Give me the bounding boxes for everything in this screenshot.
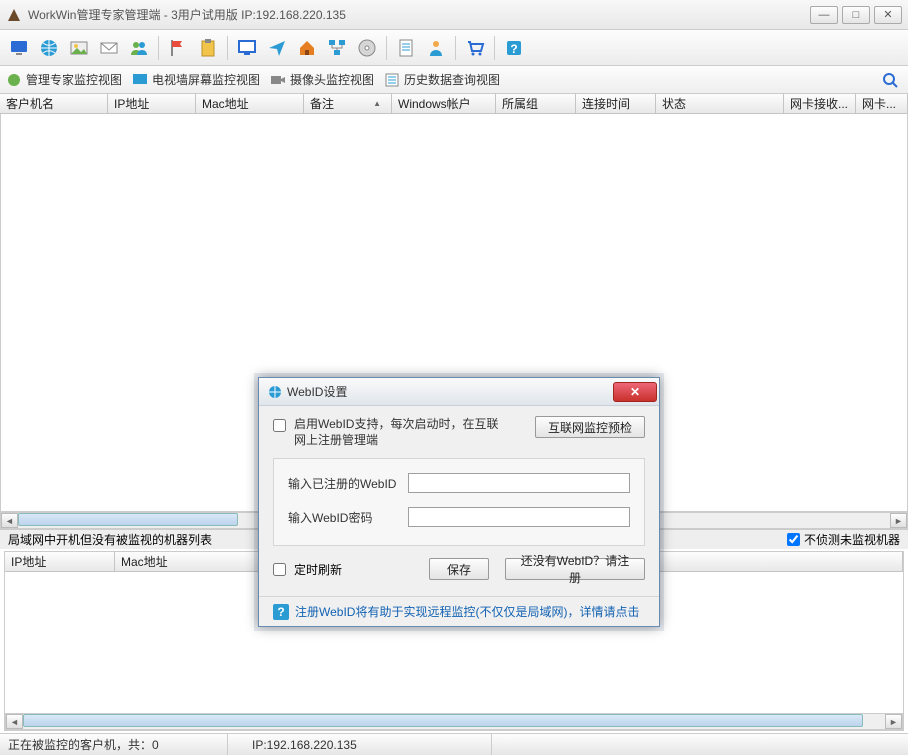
tab-monitor-label: 管理专家监控视图 xyxy=(26,71,122,88)
toolbar-globe-icon[interactable] xyxy=(36,35,62,61)
main-grid-header: 客户机名 IP地址 Mac地址 备注▲ Windows帐户 所属组 连接时间 状… xyxy=(0,94,908,114)
col-group[interactable]: 所属组 xyxy=(496,94,576,113)
toolbar-help-icon[interactable]: ? xyxy=(501,35,527,61)
sort-asc-icon: ▲ xyxy=(373,99,381,108)
dialog-titlebar[interactable]: WebID设置 ✕ xyxy=(259,378,659,406)
enable-webid-text: 启用WebID支持，每次启动时，在互联网上注册管理端 xyxy=(294,416,504,448)
tab-tvwall-label: 电视墙屏幕监控视图 xyxy=(152,71,260,88)
tab-tvwall-view[interactable]: 电视墙屏幕监控视图 xyxy=(132,71,260,88)
tab-camera-label: 摄像头监控视图 xyxy=(290,71,374,88)
toolbar-separator xyxy=(455,36,456,60)
col-winuser[interactable]: Windows帐户 xyxy=(392,94,496,113)
no-detect-checkbox[interactable] xyxy=(787,533,800,546)
scroll-thumb[interactable] xyxy=(23,714,863,727)
tvwall-tab-icon xyxy=(132,72,148,88)
window-minimize-button[interactable]: — xyxy=(810,6,838,24)
col-nicmore[interactable]: 网卡... xyxy=(856,94,908,113)
save-button[interactable]: 保存 xyxy=(429,558,489,580)
sub-grid-hscrollbar[interactable]: ◄ ► xyxy=(5,713,903,730)
dialog-title: WebID设置 xyxy=(287,383,613,400)
tab-monitor-view[interactable]: 管理专家监控视图 xyxy=(6,71,122,88)
col-conntime[interactable]: 连接时间 xyxy=(576,94,656,113)
col-nicrecv[interactable]: 网卡接收... xyxy=(784,94,856,113)
toolbar-flag-icon[interactable] xyxy=(165,35,191,61)
precheck-button[interactable]: 互联网监控预检 xyxy=(535,416,645,438)
main-area: 客户机名 IP地址 Mac地址 备注▲ Windows帐户 所属组 连接时间 状… xyxy=(0,94,908,733)
status-bar: 正在被监控的客户机，共：0 IP:192.168.220.135 xyxy=(0,733,908,755)
scroll-left-icon[interactable]: ◄ xyxy=(1,513,18,528)
toolbar-cart-icon[interactable] xyxy=(462,35,488,61)
col-ip[interactable]: IP地址 xyxy=(108,94,196,113)
window-titlebar: WorkWin管理专家管理端 - 3用户试用版 IP:192.168.220.1… xyxy=(0,0,908,30)
window-close-button[interactable]: ✕ xyxy=(874,6,902,24)
col-mac[interactable]: Mac地址 xyxy=(196,94,304,113)
main-toolbar: ? xyxy=(0,30,908,66)
no-detect-text: 不侦测未监视机器 xyxy=(804,531,900,548)
tab-history-label: 历史数据查询视图 xyxy=(404,71,500,88)
scroll-thumb[interactable] xyxy=(18,513,238,526)
webid-dialog: WebID设置 ✕ 启用WebID支持，每次启动时，在互联网上注册管理端 互联网… xyxy=(258,377,660,627)
dialog-footer: ? 注册WebID将有助于实现远程监控(不仅仅是局域网)，详情请点击 xyxy=(259,596,659,626)
enable-webid-checkbox[interactable] xyxy=(273,419,286,432)
toolbar-monitor-icon[interactable] xyxy=(6,35,32,61)
toolbar-clipboard-icon[interactable] xyxy=(195,35,221,61)
toolbar-disc-icon[interactable] xyxy=(354,35,380,61)
no-detect-checkbox-label[interactable]: 不侦测未监视机器 xyxy=(787,531,900,548)
webid-password-input[interactable] xyxy=(408,507,630,527)
camera-tab-icon xyxy=(270,72,286,88)
svg-text:?: ? xyxy=(277,605,284,619)
subcol-ip[interactable]: IP地址 xyxy=(5,552,115,571)
toolbar-doc-icon[interactable] xyxy=(393,35,419,61)
status-ip: IP:192.168.220.135 xyxy=(252,734,492,755)
toolbar-separator xyxy=(227,36,228,60)
toolbar-screen-icon[interactable] xyxy=(234,35,260,61)
svg-text:?: ? xyxy=(510,42,517,56)
toolbar-separator xyxy=(386,36,387,60)
search-icon[interactable] xyxy=(882,72,898,88)
window-title: WorkWin管理专家管理端 - 3用户试用版 IP:192.168.220.1… xyxy=(28,6,806,23)
webid-input[interactable] xyxy=(408,473,630,493)
sub-panel-title: 局域网中开机但没有被监视的机器列表 xyxy=(8,531,212,548)
scroll-left-icon[interactable]: ◄ xyxy=(6,714,23,729)
webid-label: 输入已注册的WebID xyxy=(288,475,398,492)
toolbar-separator xyxy=(158,36,159,60)
webid-pwd-label: 输入WebID密码 xyxy=(288,509,398,526)
window-maximize-button[interactable]: □ xyxy=(842,6,870,24)
toolbar-users-icon[interactable] xyxy=(126,35,152,61)
timed-refresh-checkbox[interactable] xyxy=(273,563,286,576)
dialog-footer-hint[interactable]: 注册WebID将有助于实现远程监控(不仅仅是局域网)，详情请点击 xyxy=(295,603,639,620)
toolbar-network-icon[interactable] xyxy=(324,35,350,61)
col-note[interactable]: 备注▲ xyxy=(304,94,392,113)
timed-refresh-text: 定时刷新 xyxy=(294,561,342,578)
status-clients: 正在被监控的客户机，共：0 xyxy=(8,734,228,755)
dialog-close-button[interactable]: ✕ xyxy=(613,382,657,402)
app-icon xyxy=(6,7,22,23)
help-icon: ? xyxy=(273,604,289,620)
history-tab-icon xyxy=(384,72,400,88)
col-status[interactable]: 状态 xyxy=(656,94,784,113)
toolbar-separator xyxy=(494,36,495,60)
tab-history-view[interactable]: 历史数据查询视图 xyxy=(384,71,500,88)
toolbar-house-icon[interactable] xyxy=(294,35,320,61)
register-button[interactable]: 还没有WebID？请注册 xyxy=(505,558,645,580)
scroll-right-icon[interactable]: ► xyxy=(890,513,907,528)
monitor-tab-icon xyxy=(6,72,22,88)
view-tabs-bar: 管理专家监控视图 电视墙屏幕监控视图 摄像头监控视图 历史数据查询视图 xyxy=(0,66,908,94)
tab-camera-view[interactable]: 摄像头监控视图 xyxy=(270,71,374,88)
webid-input-group: 输入已注册的WebID 输入WebID密码 xyxy=(273,458,645,546)
toolbar-send-icon[interactable] xyxy=(264,35,290,61)
globe-icon xyxy=(267,384,283,400)
toolbar-mail-icon[interactable] xyxy=(96,35,122,61)
toolbar-image-icon[interactable] xyxy=(66,35,92,61)
scroll-right-icon[interactable]: ► xyxy=(885,714,902,729)
col-client[interactable]: 客户机名 xyxy=(0,94,108,113)
toolbar-person-icon[interactable] xyxy=(423,35,449,61)
